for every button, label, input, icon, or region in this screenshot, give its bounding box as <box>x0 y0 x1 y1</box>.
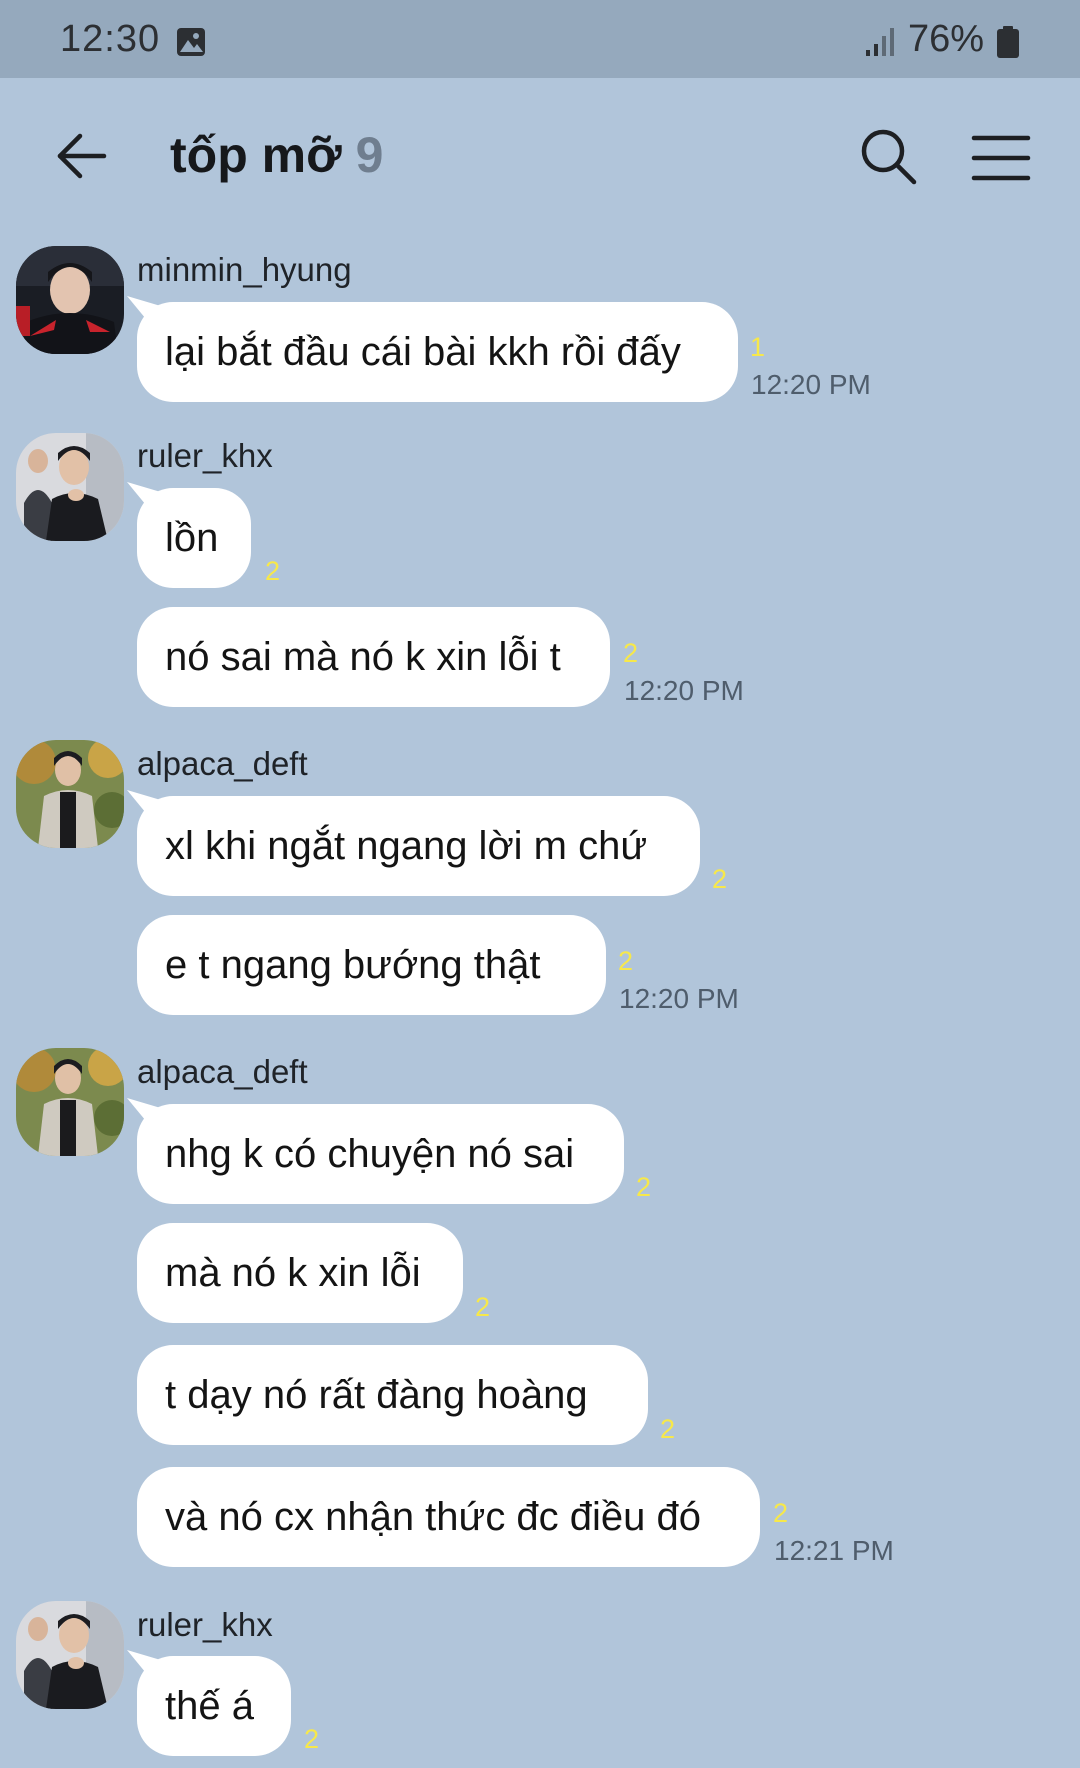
message-bubble[interactable]: nó sai mà nó k xin lỗi t <box>137 607 610 707</box>
timestamp: 12:20 PM <box>619 983 739 1014</box>
avatar[interactable] <box>16 1048 124 1156</box>
avatar-image <box>16 740 124 848</box>
unread-count: 2 <box>618 946 634 976</box>
sender-name: alpaca_deft <box>137 1053 308 1090</box>
message-bubble[interactable]: lại bắt đầu cái bài kkh rồi đấy <box>137 302 738 402</box>
avatar[interactable] <box>16 433 124 541</box>
battery-percentage: 76% <box>908 18 985 60</box>
battery-icon <box>997 26 1019 58</box>
unread-count: 2 <box>712 864 728 894</box>
unread-count: 1 <box>750 332 766 362</box>
avatar-image <box>16 246 124 354</box>
message-bubble[interactable]: thế á <box>137 1656 291 1756</box>
timestamp: 12:20 PM <box>751 369 871 400</box>
member-count: 9 <box>355 127 384 183</box>
message-bubble[interactable]: và nó cx nhận thức đc điều đó <box>137 1467 760 1567</box>
chat-title: tốp mỡ 9 <box>170 126 383 184</box>
sender-name: alpaca_deft <box>137 745 308 782</box>
message-bubble[interactable]: lồn <box>137 488 251 588</box>
message-bubble[interactable]: nhg k có chuyện nó sai <box>137 1104 624 1204</box>
unread-count: 2 <box>636 1172 652 1202</box>
signal-icon <box>866 28 894 56</box>
status-time: 12:30 <box>60 18 161 60</box>
sender-name: ruler_khx <box>137 1606 273 1643</box>
message-bubble[interactable]: xl khi ngắt ngang lời m chứ <box>137 796 700 896</box>
hamburger-menu-icon <box>971 135 1031 181</box>
avatar-image <box>16 1048 124 1156</box>
chat-header: tốp mỡ 9 <box>0 78 1080 238</box>
unread-count: 2 <box>660 1414 676 1444</box>
message-bubble[interactable]: e t ngang bướng thật <box>137 915 606 1015</box>
avatar[interactable] <box>16 1601 124 1709</box>
menu-button[interactable] <box>970 130 1032 186</box>
status-bar: 12:30 76% <box>0 0 1080 78</box>
image-icon <box>177 28 205 56</box>
unread-count: 2 <box>773 1498 789 1528</box>
arrow-left-icon <box>57 133 107 179</box>
unread-count: 2 <box>265 556 281 586</box>
message-bubble[interactable]: mà nó k xin lỗi <box>137 1223 463 1323</box>
unread-count: 2 <box>304 1724 320 1754</box>
unread-count: 2 <box>475 1292 491 1322</box>
unread-count: 2 <box>623 638 639 668</box>
avatar-image <box>16 1601 124 1709</box>
timestamp: 12:20 PM <box>624 675 744 706</box>
back-button[interactable] <box>54 128 110 184</box>
timestamp: 12:21 PM <box>774 1535 894 1566</box>
sender-name: ruler_khx <box>137 437 273 474</box>
avatar-image <box>16 433 124 541</box>
avatar[interactable] <box>16 740 124 848</box>
sender-name: minmin_hyung <box>137 251 352 288</box>
search-button[interactable] <box>858 126 920 188</box>
search-icon <box>861 129 917 185</box>
message-bubble[interactable]: t dạy nó rất đàng hoàng <box>137 1345 648 1445</box>
group-name: tốp mỡ <box>170 127 342 183</box>
avatar[interactable] <box>16 246 124 354</box>
